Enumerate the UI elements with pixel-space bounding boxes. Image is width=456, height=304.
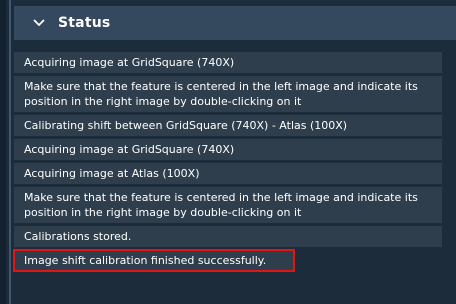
log-message: Make sure that the feature is centered i… xyxy=(14,187,442,223)
log-message-success: Image shift calibration finished success… xyxy=(13,249,295,272)
status-header[interactable]: Status xyxy=(14,6,456,40)
log-message: Make sure that the feature is centered i… xyxy=(14,76,442,112)
status-log: Acquiring image at GridSquare (740X) Mak… xyxy=(13,52,456,274)
log-message: Acquiring image at GridSquare (740X) xyxy=(14,52,442,73)
log-message: Calibrating shift between GridSquare (74… xyxy=(14,115,442,136)
log-message: Calibrations stored. xyxy=(14,226,442,247)
log-message: Acquiring image at Atlas (100X) xyxy=(14,163,442,184)
log-message: Acquiring image at GridSquare (740X) xyxy=(14,139,442,160)
status-panel: Status Acquiring image at GridSquare (74… xyxy=(0,0,456,304)
panel-edge xyxy=(0,0,6,304)
chevron-down-icon[interactable] xyxy=(26,6,52,40)
status-title: Status xyxy=(58,15,111,31)
panel-divider xyxy=(9,0,11,304)
